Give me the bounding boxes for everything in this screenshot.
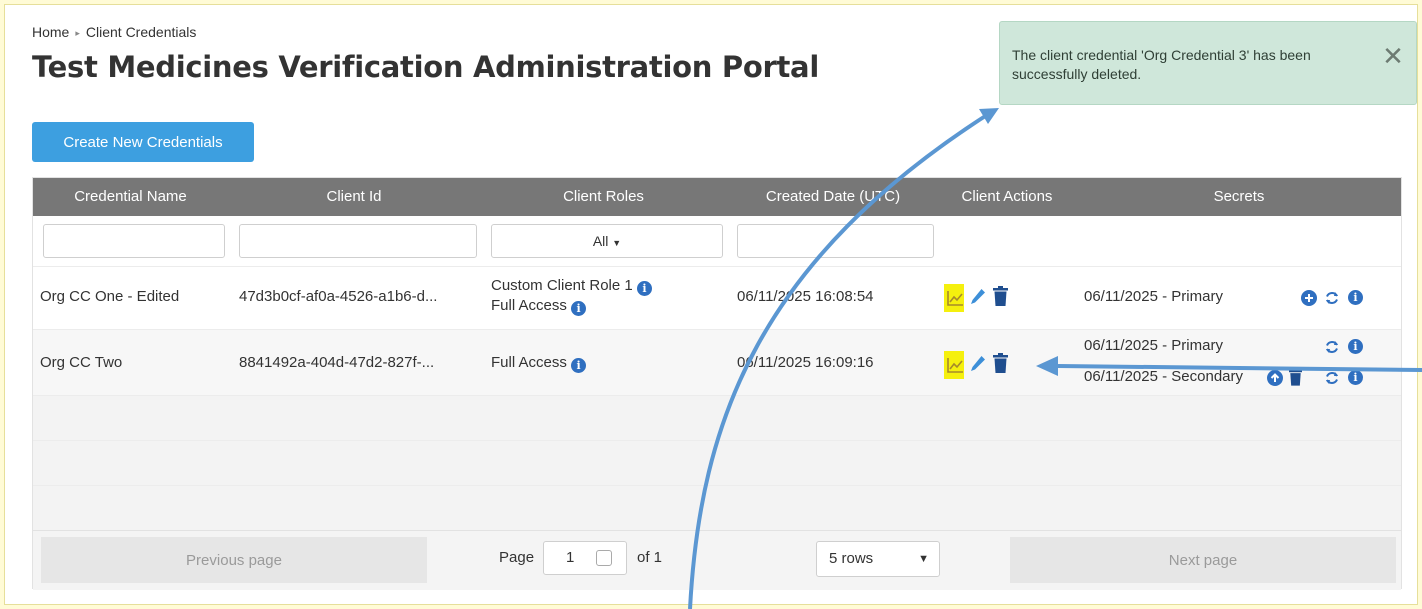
- page-number-value: 1: [566, 549, 575, 566]
- client-id-filter-input[interactable]: [239, 224, 477, 258]
- table-row[interactable]: Org CC One - Edited 47d3b0cf-af0a-4526-a…: [33, 266, 1401, 329]
- pencil-icon[interactable]: [969, 287, 987, 307]
- pencil-icon[interactable]: [969, 354, 987, 374]
- client-role-label: Full Access: [491, 297, 567, 314]
- plus-circle-icon[interactable]: [1301, 290, 1317, 306]
- spinner-icon[interactable]: [596, 550, 612, 566]
- client-role: Full Access i: [491, 297, 587, 316]
- refresh-icon[interactable]: [1324, 339, 1340, 355]
- page-label: Page: [499, 549, 535, 566]
- trash-icon[interactable]: [993, 353, 1008, 373]
- toast-message: The client credential 'Org Credential 3'…: [1012, 47, 1311, 82]
- client-role: Full Access i: [491, 354, 587, 373]
- secret-entry: 06/11/2025 - Secondary: [1084, 368, 1244, 385]
- create-credentials-button[interactable]: Create New Credentials: [32, 122, 254, 162]
- created-date-filter-input[interactable]: [737, 224, 934, 258]
- page-title: Test Medicines Verification Administrati…: [32, 50, 819, 84]
- breadcrumb-separator-icon: ▸: [75, 28, 80, 38]
- table-row[interactable]: Org CC Two 8841492a-404d-47d2-827f-... F…: [33, 329, 1401, 395]
- client-role: Custom Client Role 1 i: [491, 277, 652, 296]
- arrow-up-circle-icon[interactable]: [1267, 370, 1283, 386]
- pagination-bar: Previous page Page 1 of 1 5 rows ▼ Next …: [33, 530, 1401, 590]
- col-header-created-date[interactable]: Created Date (UTC): [728, 178, 938, 216]
- credential-name-filter-input[interactable]: [43, 224, 225, 258]
- trash-icon[interactable]: [1289, 368, 1302, 386]
- toast-close-icon[interactable]: ✕: [1382, 43, 1404, 69]
- caret-down-icon: ▼: [612, 238, 622, 248]
- refresh-icon[interactable]: [1324, 290, 1340, 306]
- created-date: 06/11/2025 16:08:54: [737, 288, 874, 305]
- client-role-label: Full Access: [491, 354, 567, 371]
- filter-row: All ▼: [33, 216, 1401, 266]
- client-id: 8841492a-404d-47d2-827f-...: [239, 354, 435, 371]
- col-header-client-roles[interactable]: Client Roles: [480, 178, 727, 216]
- empty-row: [33, 395, 1401, 440]
- created-date: 06/11/2025 16:09:16: [737, 354, 874, 371]
- previous-page-button[interactable]: Previous page: [41, 537, 427, 583]
- empty-row: [33, 440, 1401, 485]
- credential-name: Org CC One - Edited: [40, 288, 180, 305]
- chevron-down-icon: ▼: [918, 553, 929, 565]
- breadcrumb: Home ▸ Client Credentials: [32, 24, 196, 40]
- breadcrumb-current: Client Credentials: [85, 24, 197, 40]
- empty-row: [33, 485, 1401, 530]
- success-toast: The client credential 'Org Credential 3'…: [999, 21, 1417, 105]
- info-icon[interactable]: i: [571, 301, 587, 316]
- info-icon[interactable]: i: [1348, 290, 1363, 305]
- refresh-icon[interactable]: [1324, 370, 1340, 386]
- rows-per-page-value: 5 rows: [829, 550, 874, 567]
- col-header-client-actions: Client Actions: [961, 188, 1053, 205]
- next-page-button[interactable]: Next page: [1010, 537, 1396, 583]
- col-header-credential-name[interactable]: Credential Name: [33, 178, 228, 216]
- info-icon[interactable]: i: [636, 281, 652, 296]
- page-count-label: of 1: [637, 549, 663, 566]
- grid-header: Credential Name Client Id Client Roles C…: [33, 178, 1401, 216]
- chart-line-icon[interactable]: [946, 289, 964, 307]
- secret-entry: 06/11/2025 - Primary: [1084, 337, 1223, 354]
- col-header-secrets: Secrets: [1213, 188, 1265, 205]
- page-number-input[interactable]: 1: [543, 541, 627, 575]
- client-roles-filter-select[interactable]: All ▼: [491, 224, 723, 258]
- chart-line-icon[interactable]: [946, 356, 964, 374]
- roles-filter-value: All: [592, 233, 609, 249]
- breadcrumb-home[interactable]: Home: [32, 24, 69, 40]
- credentials-grid: Credential Name Client Id Client Roles C…: [32, 177, 1402, 590]
- client-id: 47d3b0cf-af0a-4526-a1b6-d...: [239, 288, 438, 305]
- client-role-label: Custom Client Role 1: [491, 277, 633, 294]
- info-icon[interactable]: i: [571, 358, 587, 373]
- trash-icon[interactable]: [993, 286, 1008, 306]
- credential-name: Org CC Two: [40, 354, 123, 371]
- rows-per-page-select[interactable]: 5 rows ▼: [816, 541, 940, 577]
- info-icon[interactable]: i: [1348, 370, 1363, 385]
- info-icon[interactable]: i: [1348, 339, 1363, 354]
- secret-entry: 06/11/2025 - Primary: [1084, 288, 1223, 305]
- col-header-client-id[interactable]: Client Id: [229, 178, 479, 216]
